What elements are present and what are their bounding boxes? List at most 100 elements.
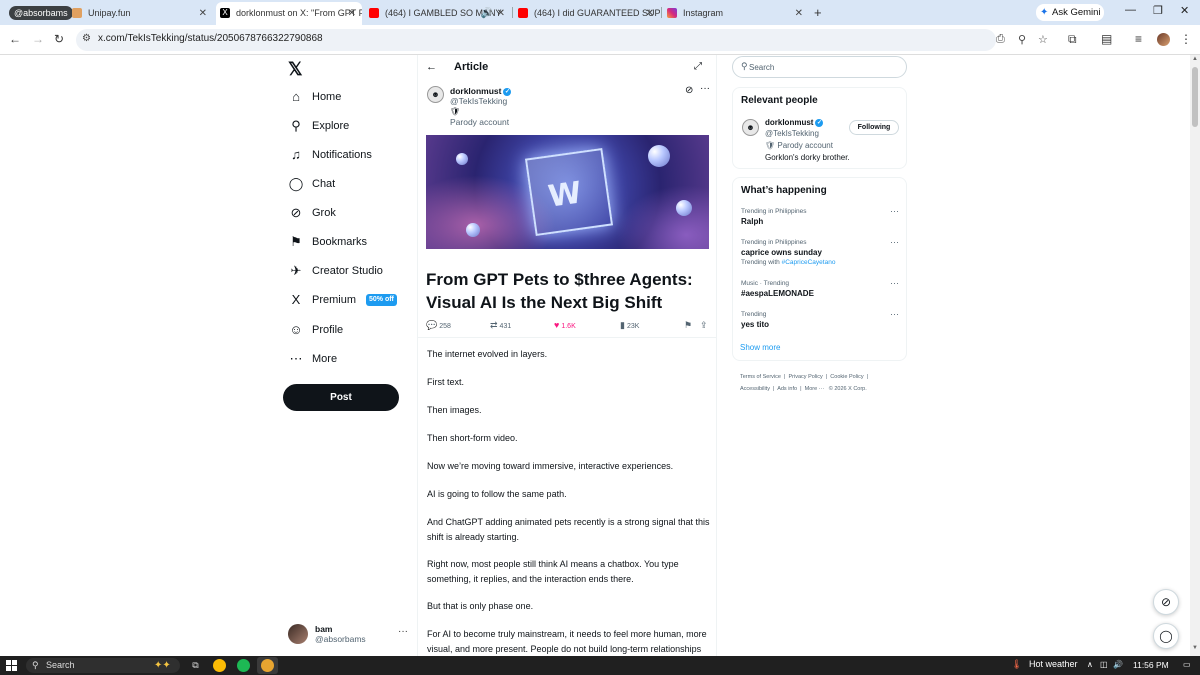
trend-item[interactable]: Trending in Philippines Ralph ··· bbox=[741, 206, 901, 226]
more-dots-icon[interactable]: ··· bbox=[890, 278, 899, 288]
footer-link[interactable]: Ads info bbox=[777, 386, 797, 392]
tab-instagram[interactable]: Instagram ✕ bbox=[663, 2, 809, 25]
footer-link[interactable]: Cookie Policy bbox=[830, 374, 863, 380]
url-text[interactable]: x.com/TekIsTekking/status/20506787663227… bbox=[98, 33, 323, 44]
author-handle[interactable]: @TekIsTekking bbox=[450, 96, 507, 106]
following-button[interactable]: Following bbox=[849, 120, 899, 135]
nav-profile[interactable]: ☺ Profile bbox=[288, 319, 418, 341]
trend-item[interactable]: Trending yes tito ··· bbox=[741, 309, 901, 329]
reading-mode-icon[interactable]: ▤ bbox=[1101, 32, 1112, 46]
windows-start-icon[interactable] bbox=[6, 660, 17, 671]
taskbar-search[interactable]: ⚲ Search ✦✦ bbox=[26, 658, 180, 673]
premium-discount-badge: 50% off bbox=[366, 294, 397, 306]
author-name[interactable]: dorklonmust ✓ bbox=[450, 86, 512, 96]
nav-explore[interactable]: ⚲ Explore bbox=[288, 115, 418, 137]
spotify-icon[interactable] bbox=[237, 659, 250, 672]
author-avatar[interactable]: ☻ bbox=[427, 86, 444, 103]
task-view-icon[interactable]: ⧉ bbox=[189, 659, 202, 672]
extensions-icon[interactable]: ⧉ bbox=[1068, 32, 1077, 47]
more-dots-icon[interactable]: ··· bbox=[398, 626, 408, 637]
nav-premium[interactable]: X Premium 50% off bbox=[288, 289, 418, 311]
footer-link[interactable]: More ··· bbox=[805, 386, 825, 392]
card-title: What’s happening bbox=[741, 185, 827, 196]
more-dots-icon[interactable]: ··· bbox=[700, 83, 710, 94]
chrome-profile-icon[interactable] bbox=[261, 659, 274, 672]
forward-icon[interactable]: → bbox=[32, 32, 44, 46]
close-tab-icon[interactable]: ✕ bbox=[199, 2, 207, 25]
close-tab-icon[interactable]: ✕ bbox=[497, 2, 505, 25]
more-dots-icon[interactable]: ··· bbox=[890, 206, 899, 216]
tab-x-article[interactable]: X dorklonmust on X: "From GPT P ✕ bbox=[216, 2, 362, 25]
nav-creator-studio[interactable]: ✈ Creator Studio bbox=[288, 260, 418, 282]
bookmark-button[interactable]: ⚑ bbox=[684, 319, 694, 333]
network-icon[interactable]: ◫ bbox=[1100, 660, 1108, 669]
nav-home[interactable]: ⌂ Home bbox=[288, 86, 418, 108]
grok-icon[interactable]: ⊘ bbox=[685, 85, 693, 96]
x-logo-icon[interactable]: 𝕏 bbox=[288, 59, 303, 80]
scroll-up-icon[interactable]: ▲ bbox=[1192, 56, 1198, 62]
tab-youtube-1[interactable]: (464) I GAMBLED SO MANY 🔊 ✕ bbox=[365, 2, 511, 25]
nav-grok[interactable]: ⊘ Grok bbox=[288, 202, 418, 224]
browser-menu-icon[interactable]: ⋮ bbox=[1180, 32, 1192, 46]
nav-bookmarks[interactable]: ⚑ Bookmarks bbox=[288, 231, 418, 253]
profile-avatar[interactable] bbox=[1157, 33, 1170, 46]
grok-float-button[interactable]: ⊘ bbox=[1153, 589, 1179, 615]
install-app-icon[interactable]: ⎙ bbox=[996, 33, 1005, 46]
messages-float-button[interactable]: ◯ bbox=[1153, 623, 1179, 649]
repost-button[interactable]: ⇄ 431 bbox=[490, 319, 511, 333]
tab-youtube-2[interactable]: (464) I did GUARANTEED SUPER ✕ bbox=[514, 2, 660, 25]
expand-icon[interactable]: ⤢ bbox=[694, 61, 702, 72]
reply-button[interactable]: 💬 258 bbox=[426, 319, 451, 333]
trend-item[interactable]: Music · Trending #aespaLEMONADE ··· bbox=[741, 278, 901, 298]
account-switcher[interactable]: bam @absorbams ··· bbox=[288, 622, 408, 646]
url-bar[interactable]: ⚙ x.com/TekIsTekking/status/205067876632… bbox=[76, 29, 1048, 51]
close-tab-icon[interactable]: ✕ bbox=[795, 2, 803, 25]
speaker-icon[interactable]: 🔊 bbox=[481, 2, 493, 25]
nav-more[interactable]: ⋯ More bbox=[288, 348, 418, 370]
chrome-icon[interactable] bbox=[213, 659, 226, 672]
site-settings-icon[interactable]: ⚙ bbox=[82, 33, 91, 44]
close-tab-icon[interactable]: ✕ bbox=[646, 2, 654, 25]
share-button[interactable]: ⇪ bbox=[700, 319, 710, 333]
reload-icon[interactable]: ↻ bbox=[54, 32, 64, 46]
scroll-down-icon[interactable]: ▼ bbox=[1192, 645, 1198, 651]
like-button[interactable]: ♥ 1.6K bbox=[554, 319, 576, 333]
footer-link[interactable]: Privacy Policy bbox=[789, 374, 823, 380]
taskbar-clock[interactable]: 11:56 PM bbox=[1133, 660, 1169, 670]
close-tab-icon[interactable]: ✕ bbox=[348, 2, 356, 25]
reply-count: 258 bbox=[439, 323, 451, 330]
page-scrollbar[interactable]: ▲ ▼ bbox=[1190, 55, 1200, 656]
trend-hashtag[interactable]: #CapriceCayetano bbox=[782, 259, 836, 266]
bookmark-star-icon[interactable]: ☆ bbox=[1038, 33, 1048, 46]
scrollbar-thumb[interactable] bbox=[1192, 67, 1198, 127]
footer-link[interactable]: Terms of Service bbox=[740, 374, 781, 380]
back-arrow-icon[interactable]: ← bbox=[426, 61, 437, 73]
post-button[interactable]: Post bbox=[283, 384, 399, 411]
search-input[interactable]: ⚲ Search bbox=[732, 56, 907, 78]
trend-item[interactable]: Trending in Philippines caprice owns sun… bbox=[741, 237, 901, 266]
ask-gemini-button[interactable]: ✦ Ask Gemini bbox=[1036, 4, 1104, 21]
profile-chip[interactable]: @absorbams bbox=[9, 6, 73, 20]
relevant-name[interactable]: dorklonmust ✓ bbox=[765, 118, 824, 127]
footer-link[interactable]: Accessibility bbox=[740, 386, 770, 392]
views-button[interactable]: ▮ 23K bbox=[620, 319, 639, 333]
zoom-icon[interactable]: ⚲ bbox=[1018, 33, 1026, 46]
weather-widget[interactable]: 🌡 Hot weather bbox=[1011, 659, 1077, 670]
new-tab-icon[interactable]: + bbox=[814, 5, 822, 20]
notification-icon[interactable]: ▭ bbox=[1183, 660, 1191, 669]
restore-icon[interactable]: ❐ bbox=[1153, 4, 1163, 17]
relevant-avatar[interactable]: ☻ bbox=[742, 119, 759, 136]
show-more-link[interactable]: Show more bbox=[740, 343, 780, 352]
volume-icon[interactable]: 🔊 bbox=[1113, 660, 1123, 669]
nav-notifications[interactable]: ♫ Notifications bbox=[288, 144, 418, 166]
tab-unipay[interactable]: Unipay.fun ✕ bbox=[68, 2, 213, 25]
close-window-icon[interactable]: ✕ bbox=[1180, 4, 1189, 17]
minimize-icon[interactable]: — bbox=[1125, 4, 1136, 16]
tray-chevron-icon[interactable]: ∧ bbox=[1087, 660, 1093, 669]
relevant-handle[interactable]: @TekIsTekking bbox=[765, 129, 819, 138]
more-dots-icon[interactable]: ··· bbox=[890, 309, 899, 319]
media-control-icon[interactable]: ≡ bbox=[1135, 32, 1142, 46]
more-dots-icon[interactable]: ··· bbox=[890, 237, 899, 247]
nav-chat[interactable]: ◯ Chat bbox=[288, 173, 418, 195]
back-icon[interactable]: ← bbox=[9, 32, 21, 46]
